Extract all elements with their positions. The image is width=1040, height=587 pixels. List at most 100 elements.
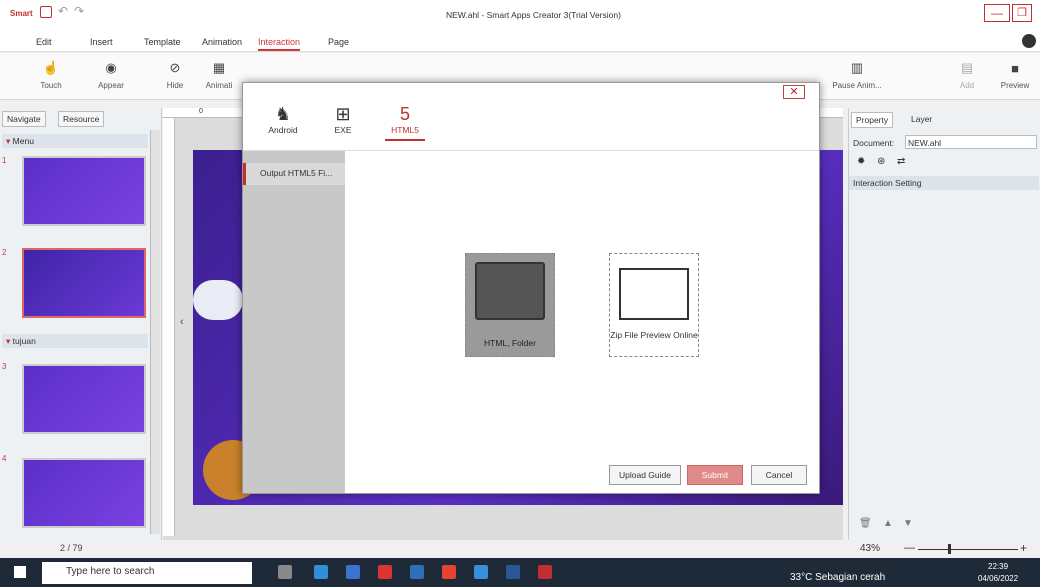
eye-icon: ◉ (105, 60, 117, 75)
eye-off-icon: ⊘ (169, 60, 181, 75)
word-icon[interactable] (506, 565, 520, 579)
slide-thumbnail-1[interactable] (22, 156, 146, 226)
task-view-icon[interactable] (278, 565, 292, 579)
trash-icon[interactable]: 🗑 (859, 518, 872, 529)
right-panel: Property Layer Document: NEW.ahl ✹ ⊛ ⇄ I… (848, 108, 1040, 540)
tab-html5[interactable]: 5 HTML5 (385, 103, 425, 141)
settings-icon[interactable] (1022, 34, 1036, 48)
mail-icon[interactable] (410, 565, 424, 579)
film-icon: ▦ (212, 60, 226, 75)
upload-guide-button[interactable]: Upload Guide (609, 465, 681, 485)
add-icon: ▤ (960, 60, 974, 75)
menu-edit[interactable]: Edit (36, 37, 52, 47)
preview-button[interactable]: ■ Preview (990, 57, 1040, 91)
dialog-sidebar (243, 151, 345, 493)
scroll-right-arrow[interactable]: › (828, 316, 832, 328)
target-icon[interactable]: ⊛ (877, 156, 885, 167)
pause-animation-button[interactable]: ▥ Pause Anim... (832, 57, 882, 90)
taskbar-search[interactable]: Type here to search (42, 562, 252, 584)
publish-dialog: ♞ Android ⊞ EXE 5 HTML5 ✕ Output HTML5 Fi..… (242, 82, 820, 494)
android-icon: ♞ (274, 104, 292, 124)
collapse-icon: ▾ (6, 136, 11, 146)
down-icon[interactable]: ▼ (903, 518, 913, 529)
option-html-folder[interactable]: HTML, Folder (465, 253, 555, 357)
windows-icon: ⊞ (335, 104, 351, 124)
smart-apps-icon[interactable] (538, 565, 552, 579)
collapse-icon: ▾ (6, 336, 11, 346)
windows-start-icon[interactable] (14, 566, 26, 578)
section-menu[interactable]: ▾ Menu (2, 134, 148, 148)
document-field[interactable]: NEW.ahl (905, 135, 1037, 149)
maximize-button[interactable]: ❐ (1012, 4, 1032, 22)
zoom-slider-handle[interactable] (948, 544, 951, 554)
pause-anim-icon: ▥ (850, 60, 864, 75)
interaction-setting-header: Interaction Setting (849, 176, 1039, 190)
zoom-in-button[interactable]: + (1020, 541, 1027, 555)
add-button[interactable]: ▤ Add (942, 57, 992, 90)
tab-android[interactable]: ♞ Android (263, 103, 303, 135)
slide-number: 3 (2, 362, 7, 371)
hand-icon: ☝ (42, 60, 60, 75)
redo-icon[interactable]: ↷ (74, 4, 84, 18)
touch-button[interactable]: ☝ Touch (26, 57, 76, 90)
cloud-image (193, 280, 243, 320)
scroll-left-arrow[interactable]: ‹ (180, 316, 184, 328)
scrollbar[interactable] (150, 130, 160, 534)
slide-number: 4 (2, 454, 7, 463)
submit-button[interactable]: Submit (687, 465, 743, 485)
option-zip-file-preview-online[interactable]: Zip File Preview Online (609, 253, 699, 357)
html5-icon: 5 (399, 104, 410, 124)
zoom-bar: 43% — + (848, 540, 1040, 558)
zoom-out-button[interactable]: — (904, 542, 915, 554)
app-logo: Smart (10, 9, 33, 18)
tab-layer[interactable]: Layer (911, 114, 932, 124)
gear-icon[interactable]: ✹ (857, 156, 865, 167)
menu-interaction[interactable]: Interaction (258, 37, 301, 51)
menu-page[interactable]: Page (328, 37, 349, 47)
vertical-ruler (163, 118, 175, 536)
tab-navigate[interactable]: Navigate (2, 111, 46, 127)
slide-thumbnail-2[interactable] (22, 248, 146, 318)
weather-text[interactable]: 33°C Sebagian cerah (790, 572, 885, 583)
tab-resource[interactable]: Resource (58, 111, 105, 127)
tab-exe[interactable]: ⊞ EXE (323, 103, 363, 135)
dialog-tabs: ♞ Android ⊞ EXE 5 HTML5 ✕ (243, 83, 819, 151)
up-icon[interactable]: ▲ (883, 518, 893, 529)
chrome-icon[interactable] (442, 565, 456, 579)
menu-insert[interactable]: Insert (90, 37, 113, 47)
app-icon[interactable] (378, 565, 392, 579)
sidebar-item-output-html5[interactable]: Output HTML5 Fi... (243, 163, 345, 185)
store-icon[interactable] (346, 565, 360, 579)
animation-button[interactable]: ▦ Animati (194, 57, 244, 90)
appear-button[interactable]: ◉ Appear (86, 57, 136, 90)
left-panel: Navigate Resource ▾ Menu 1 2 ▾ tujuan 3 … (0, 108, 162, 540)
tab-property[interactable]: Property (851, 112, 894, 128)
menu-bar: Edit Insert Template Animation Interacti… (0, 30, 1040, 52)
document-label: Document: (853, 138, 895, 148)
minimize-button[interactable]: — (984, 4, 1010, 22)
slide-thumbnail-3[interactable] (22, 364, 146, 434)
preview-icon: ■ (1011, 60, 1019, 76)
page-indicator: 2 / 79 (0, 540, 162, 558)
clock-time[interactable]: 22:39 (988, 562, 1008, 571)
close-button[interactable]: ✕ (783, 85, 805, 99)
edge-icon[interactable] (314, 565, 328, 579)
save-icon[interactable] (40, 6, 52, 18)
zoom-slider[interactable] (918, 549, 1018, 550)
hide-button[interactable]: ⊘ Hide (150, 57, 200, 90)
zoom-value: 43% (860, 543, 881, 554)
undo-icon[interactable]: ↶ (58, 4, 68, 18)
app-icon[interactable] (474, 565, 488, 579)
window-icon (619, 268, 689, 320)
swap-icon[interactable]: ⇄ (897, 156, 905, 167)
slide-thumbnail-4[interactable] (22, 458, 146, 528)
title-bar: Smart ↶ ↷ NEW.ahl - Smart Apps Creator 3… (0, 0, 1040, 30)
clock-date[interactable]: 04/06/2022 (978, 574, 1018, 583)
folder-icon (475, 262, 545, 320)
slide-number: 1 (2, 156, 7, 165)
cancel-button[interactable]: Cancel (751, 465, 807, 485)
menu-animation[interactable]: Animation (202, 37, 242, 47)
slide-number: 2 (2, 248, 7, 257)
section-tujuan[interactable]: ▾ tujuan (2, 334, 148, 348)
menu-template[interactable]: Template (144, 37, 181, 47)
